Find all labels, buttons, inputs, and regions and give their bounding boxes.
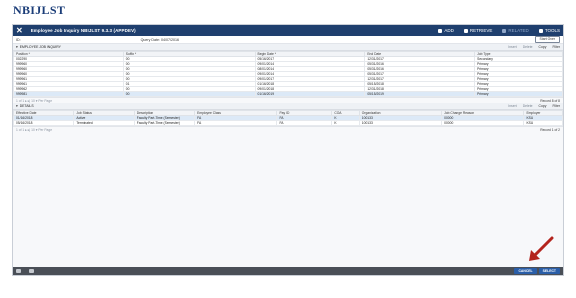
table-cell[interactable]: 01/16/2019 xyxy=(254,91,366,97)
table-cell[interactable]: Terminated xyxy=(73,120,135,126)
table-cell[interactable]: 05/16/2018 xyxy=(12,120,75,126)
gear-icon xyxy=(538,28,543,33)
add-button[interactable]: ADD xyxy=(438,28,454,33)
filter-button[interactable]: Filter xyxy=(552,45,560,49)
details-pager: 1 of 1 ▸ ▸| 10 ▾ Per Page Record 1 of 2 xyxy=(13,126,563,132)
window-titlebar: ✕ Employee Job Inquiry NBIJLST 9.3.3 (AP… xyxy=(13,25,563,36)
page-heading: NBIJLST xyxy=(13,3,66,17)
table-cell[interactable]: 100133 xyxy=(358,120,443,126)
copy-button[interactable]: Copy xyxy=(539,104,547,108)
pagination-controls[interactable]: 1 of 1 ▸ ▸| 10 ▾ Per Page xyxy=(16,99,52,103)
table-row[interactable]: 05/16/2018 Terminated Faculty Part-Time (S… xyxy=(12,120,563,126)
table-cell[interactable]: FA xyxy=(194,120,278,126)
table-cell[interactable]: K xyxy=(331,120,360,126)
table-cell[interactable]: Primary xyxy=(474,91,563,97)
table-cell[interactable]: 00 xyxy=(122,91,256,97)
insert-button[interactable]: Insert xyxy=(508,104,516,108)
footer-bar: CANCEL SELECT xyxy=(13,267,563,275)
record-count: Record 8 of 8 xyxy=(540,98,560,103)
tools-button[interactable]: TOOLS xyxy=(538,28,560,33)
table-cell[interactable]: 05/15/2019 xyxy=(364,91,476,97)
table-cell[interactable]: FA xyxy=(276,120,333,126)
section-employee-job-inquiry-header: ▾ EMPLOYEE JOB INQUIRY Insert Delete Cop… xyxy=(13,44,563,51)
table-cell[interactable]: KSU xyxy=(523,120,563,126)
window-title: Employee Job Inquiry NBIJLST 9.3.3 (APPD… xyxy=(30,28,136,33)
related-button[interactable]: RELATED xyxy=(502,28,529,33)
filter-button[interactable]: Filter xyxy=(552,104,560,108)
banner-window: ✕ Employee Job Inquiry NBIJLST 9.3.3 (AP… xyxy=(12,24,564,276)
key-block: ID: Query Date: 04/07/2016 Start Over xyxy=(13,36,563,44)
pointer-arrow-icon xyxy=(529,236,554,261)
cancel-button[interactable]: CANCEL xyxy=(514,268,537,274)
table-cell[interactable]: 999981 xyxy=(13,91,124,97)
query-date: Query Date: 04/07/2016 xyxy=(140,37,179,42)
table-cell[interactable]: Faculty Part-Time (Semester) xyxy=(133,120,196,126)
section-title: EMPLOYEE JOB INQUIRY xyxy=(19,45,61,49)
retrieve-button[interactable]: RETRIEVE xyxy=(463,28,492,33)
pagination-controls[interactable]: 1 of 1 ▸ ▸| 10 ▾ Per Page xyxy=(16,128,52,132)
section-title: DETAILS xyxy=(19,104,34,108)
retrieve-icon xyxy=(463,28,468,33)
record-count: Record 1 of 2 xyxy=(540,127,560,132)
start-over-button[interactable]: Start Over xyxy=(534,36,560,43)
close-icon[interactable]: ✕ xyxy=(16,26,23,35)
delete-button[interactable]: Delete xyxy=(523,104,533,108)
keyboard-icon[interactable] xyxy=(16,269,21,273)
select-button[interactable]: SELECT xyxy=(538,268,560,274)
details-table: Effective Date Job Status Description Emplo… xyxy=(12,110,563,126)
table-cell[interactable]: 00000 xyxy=(441,120,525,126)
section-details-header: ▾ DETAILS Insert Delete Copy Filter xyxy=(13,103,563,110)
related-icon xyxy=(502,28,507,33)
jobs-table: Position * Suffix * Begin Date * End Date Jo… xyxy=(13,51,563,97)
insert-button[interactable]: Insert xyxy=(508,45,516,49)
table-row[interactable]: 999981 00 01/16/2019 05/15/2019 Primary xyxy=(13,91,563,97)
id-label: ID: xyxy=(16,37,21,42)
toolbar: ADD RETRIEVE RELATED TOOLS xyxy=(438,28,560,33)
add-icon xyxy=(438,28,443,33)
notification-icon[interactable] xyxy=(29,269,34,273)
copy-button[interactable]: Copy xyxy=(539,45,547,49)
delete-button[interactable]: Delete xyxy=(523,45,533,49)
collapse-icon[interactable]: ▾ xyxy=(16,45,18,49)
collapse-icon[interactable]: ▾ xyxy=(16,104,18,108)
